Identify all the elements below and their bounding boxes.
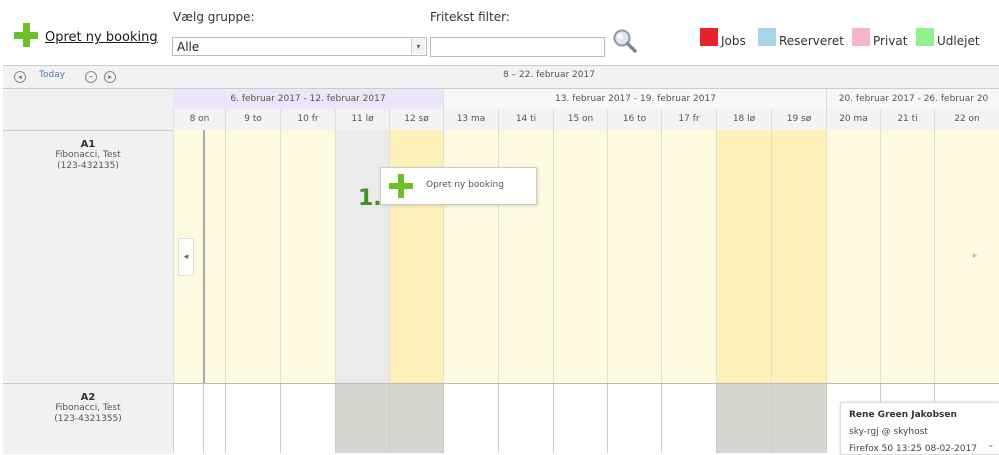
- group-label: Vælg gruppe:: [173, 10, 255, 24]
- week-header: 13. februar 2017 - 19. februar 2017: [443, 89, 827, 109]
- week-header: 20. februar 2017 - 26. februar 20: [826, 89, 999, 109]
- day-cell[interactable]: [225, 130, 280, 383]
- resource-row-a2: A2 Fibonacci, Test (123-4321355): [3, 383, 173, 454]
- filter-input[interactable]: [430, 37, 605, 57]
- week-header: 6. februar 2017 - 12. februar 2017: [173, 89, 443, 109]
- day-header: 18 lø: [716, 109, 771, 130]
- chevron-down-icon[interactable]: ⌄: [987, 440, 995, 450]
- create-booking-link[interactable]: Opret ny booking: [45, 30, 158, 45]
- resource-phone: (123-4321355): [54, 414, 122, 424]
- group-select-value: Alle: [177, 40, 200, 54]
- popup-create-label: Opret ny booking: [426, 180, 504, 190]
- day-cell[interactable]: [203, 384, 225, 453]
- scroll-left-button[interactable]: ◂: [178, 238, 194, 276]
- day-header: 19 sø: [771, 109, 826, 130]
- day-header: 12 sø: [389, 109, 443, 130]
- day-cell[interactable]: [934, 130, 999, 383]
- day-cell[interactable]: [335, 384, 389, 453]
- day-header: 15 on: [553, 109, 607, 130]
- header-corner: [3, 89, 174, 130]
- day-cell[interactable]: [880, 130, 934, 383]
- legend-label-privat: Privat: [873, 34, 908, 48]
- day-cell[interactable]: [607, 384, 661, 453]
- resource-phone: (123-432135): [57, 161, 119, 171]
- day-cell[interactable]: [661, 130, 716, 383]
- day-cell[interactable]: [716, 384, 771, 453]
- prev-arrow-icon[interactable]: ◂: [14, 71, 26, 83]
- day-header: 13 ma: [443, 109, 498, 130]
- step-marker: 1.: [358, 186, 382, 211]
- day-cell[interactable]: [280, 130, 335, 383]
- day-header: 8 on: [173, 109, 225, 130]
- add-booking-icon[interactable]: [14, 23, 38, 47]
- create-booking-popup[interactable]: Opret ny booking: [380, 167, 537, 205]
- day-cell[interactable]: [389, 384, 443, 453]
- day-cell[interactable]: [498, 384, 553, 453]
- scroll-right-button[interactable]: ▸: [968, 238, 982, 274]
- resource-name: A1: [80, 139, 96, 150]
- calendar-nav-bar: ◂ Today − ▸ 8 – 22. februar 2017: [3, 65, 999, 89]
- resource-owner: Fibonacci, Test: [55, 403, 121, 413]
- day-cell[interactable]: [443, 384, 498, 453]
- day-header: 14 ti: [498, 109, 553, 130]
- legend-swatch-reserveret: [758, 28, 776, 46]
- day-cell[interactable]: [280, 384, 335, 453]
- legend-swatch-udlejet: [916, 28, 934, 46]
- day-cell[interactable]: [225, 384, 280, 453]
- add-booking-icon: [389, 174, 413, 198]
- day-cell[interactable]: [607, 130, 661, 383]
- day-cell[interactable]: [553, 384, 607, 453]
- day-cell[interactable]: [203, 130, 225, 383]
- day-cell[interactable]: [553, 130, 607, 383]
- legend-label-udlejet: Udlejet: [937, 34, 980, 48]
- search-icon[interactable]: [612, 28, 638, 54]
- user-session-card: Rene Green Jakobsen sky-rgj @ skyhost Fi…: [840, 402, 999, 455]
- day-header: 22 on: [934, 109, 999, 130]
- day-header: 17 fr: [661, 109, 716, 130]
- day-cell[interactable]: [661, 384, 716, 453]
- legend-label-jobs: Jobs: [721, 34, 746, 48]
- next-arrow-icon[interactable]: ▸: [104, 71, 116, 83]
- day-cell[interactable]: [716, 130, 771, 383]
- day-header: 20 ma: [826, 109, 880, 130]
- day-header: 10 fr: [280, 109, 335, 130]
- calendar-icon[interactable]: −: [85, 71, 97, 83]
- day-cell[interactable]: [771, 384, 826, 453]
- date-range-label: 8 – 22. februar 2017: [503, 70, 595, 80]
- day-cell[interactable]: [173, 384, 203, 453]
- day-cell[interactable]: [826, 130, 880, 383]
- legend-swatch-privat: [852, 28, 870, 46]
- today-link[interactable]: Today: [39, 70, 65, 80]
- day-header: 21 ti: [880, 109, 934, 130]
- day-header: 16 to: [607, 109, 661, 130]
- resource-name: A2: [80, 392, 96, 403]
- filter-label: Fritekst filter:: [430, 10, 510, 24]
- day-header: 9 to: [225, 109, 280, 130]
- user-account: sky-rgj @ skyhost: [849, 427, 928, 437]
- day-cell[interactable]: [771, 130, 826, 383]
- legend-label-reserveret: Reserveret: [779, 34, 844, 48]
- legend-swatch-jobs: [700, 28, 718, 46]
- resource-row-a1: A1 Fibonacci, Test (123-432135): [3, 130, 173, 384]
- chevron-down-icon[interactable]: ▾: [411, 39, 425, 54]
- user-name: Rene Green Jakobsen: [849, 410, 957, 420]
- resource-owner: Fibonacci, Test: [55, 150, 121, 160]
- group-select[interactable]: Alle ▾: [172, 37, 427, 56]
- day-header: 11 lø: [335, 109, 389, 130]
